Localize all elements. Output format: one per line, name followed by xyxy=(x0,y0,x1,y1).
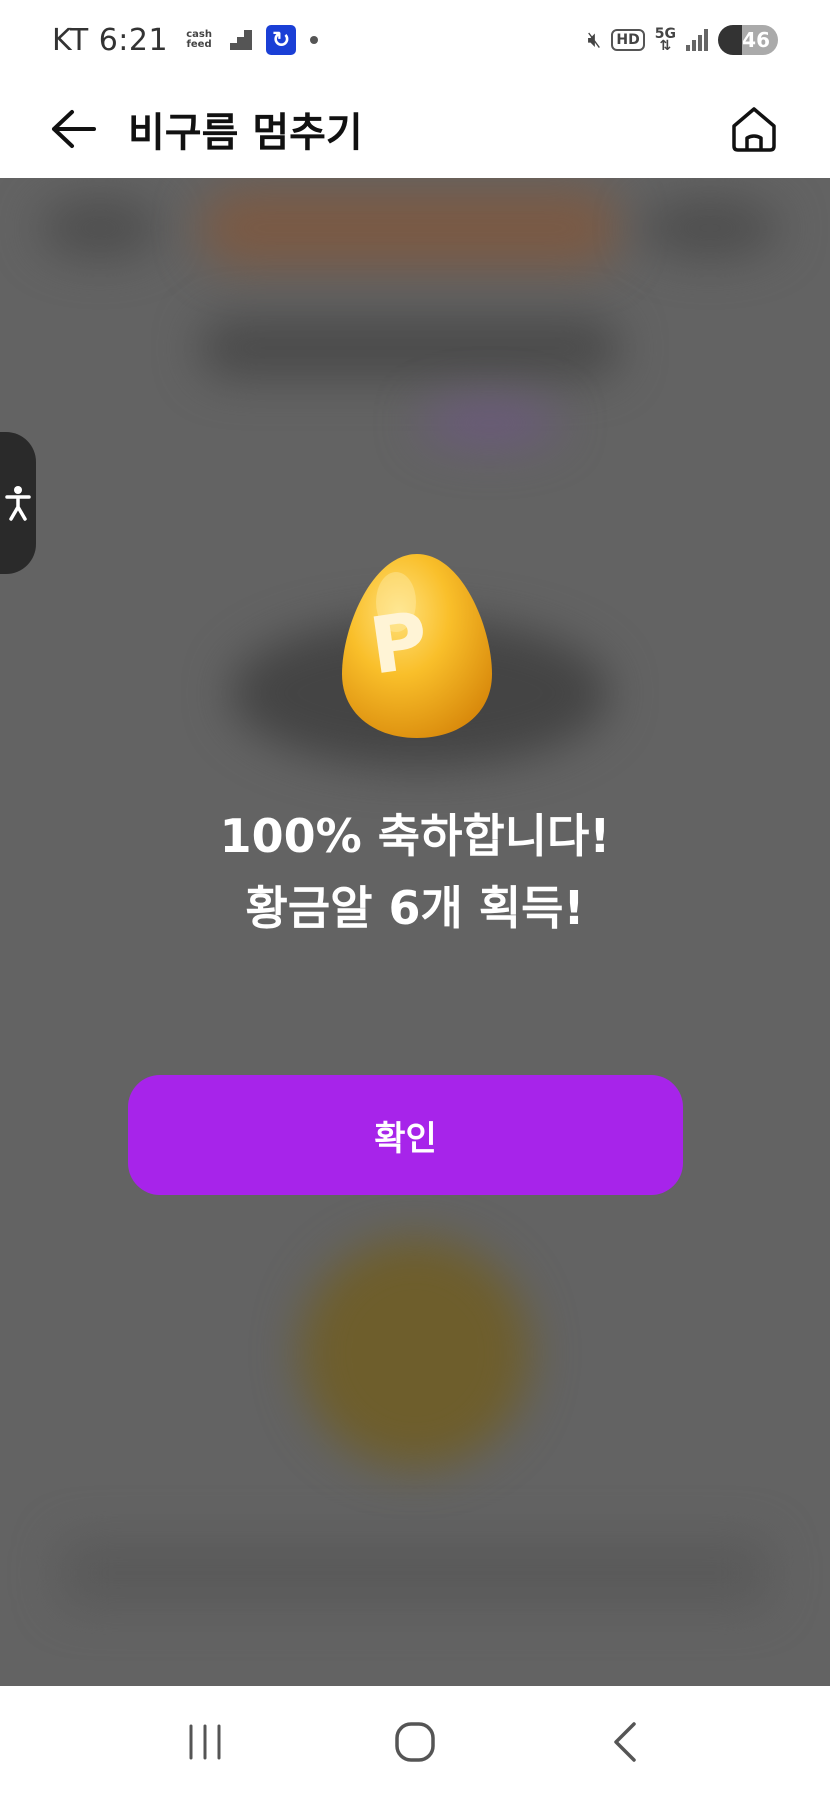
back-button[interactable] xyxy=(48,104,98,154)
reward-line: 황금알 6개 획득! xyxy=(245,881,585,935)
signal-icon xyxy=(686,29,708,51)
accessibility-button[interactable] xyxy=(0,432,36,574)
system-nav-bar xyxy=(0,1686,830,1798)
blurred-content xyxy=(60,1538,770,1608)
golden-egg-icon: P xyxy=(338,550,496,742)
blurred-content xyxy=(640,198,780,258)
carrier-label: KT xyxy=(52,22,89,58)
status-left: KT 6:21 cash feed ↻ xyxy=(52,23,319,58)
network-label: 5G xyxy=(654,26,676,42)
home-nav-button[interactable] xyxy=(375,1702,455,1782)
battery-level: 46 xyxy=(742,28,770,52)
recents-icon xyxy=(189,1724,221,1760)
reward-message: 100% 축하합니다! 황금알 6개 획득! xyxy=(0,800,830,944)
page-title: 비구름 멈추기 xyxy=(128,110,363,156)
mute-icon: 🔇︎ xyxy=(587,27,602,53)
confirm-button[interactable]: 확인 xyxy=(128,1075,683,1195)
arrow-left-icon xyxy=(52,110,96,148)
notification-dot-icon xyxy=(310,36,319,44)
chevron-left-icon xyxy=(614,1722,636,1762)
home-circle-icon xyxy=(395,1722,435,1762)
accessibility-icon xyxy=(5,486,31,521)
recents-button[interactable] xyxy=(165,1702,245,1782)
home-icon xyxy=(732,107,776,152)
refresh-app-icon: ↻ xyxy=(266,25,297,55)
blurred-content xyxy=(40,198,160,258)
congrats-line: 100% 축하합니다! xyxy=(219,809,611,863)
battery-icon: 46 xyxy=(718,25,778,55)
app-header: 비구름 멈추기 xyxy=(0,80,830,178)
clock: 6:21 xyxy=(98,22,169,58)
back-nav-button[interactable] xyxy=(585,1702,665,1782)
carrier-time: KT 6:21 xyxy=(52,23,168,58)
blurred-content xyxy=(200,318,620,378)
blurred-content xyxy=(300,1238,530,1468)
blurred-content xyxy=(420,398,560,448)
status-bar: KT 6:21 cash feed ↻ 🔇︎ HD 5G ⇅ 46 xyxy=(0,0,830,80)
status-right: 🔇︎ HD 5G ⇅ 46 xyxy=(588,25,778,55)
5g-icon: 5G ⇅ xyxy=(654,26,676,54)
hd-icon: HD xyxy=(611,29,645,51)
home-button[interactable] xyxy=(726,101,782,157)
cashfeed-icon: cash feed xyxy=(186,29,212,50)
blurred-content xyxy=(200,188,620,268)
stairs-icon xyxy=(230,30,253,50)
